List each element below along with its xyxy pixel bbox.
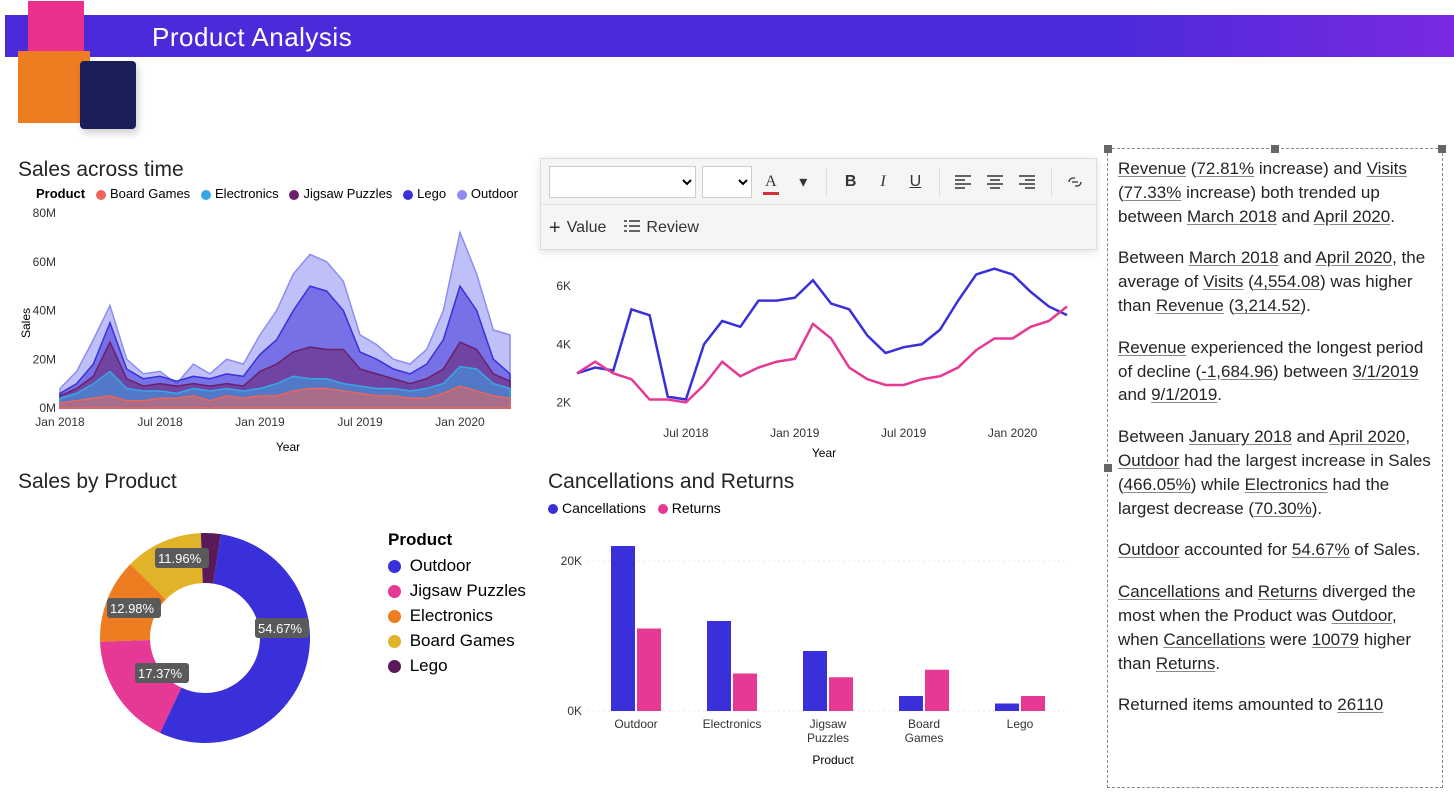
review-button[interactable]: Review [624, 219, 698, 238]
font-family-select[interactable] [549, 166, 696, 198]
sales-across-time-chart[interactable]: Sales across time Product Board Games El… [18, 158, 528, 458]
insight-paragraph: Between January 2018 and April 2020, Out… [1118, 425, 1434, 520]
insight-paragraph: Between March 2018 and April 2020, the a… [1118, 246, 1434, 317]
svg-text:Jul 2019: Jul 2019 [881, 426, 927, 440]
insight-paragraph: Revenue experienced the longest period o… [1118, 336, 1434, 407]
donut-chart-svg: 54.67% 17.37% 12.98% 11.96% [18, 498, 368, 768]
svg-text:20M: 20M [33, 352, 56, 366]
svg-text:Jan 2020: Jan 2020 [988, 426, 1038, 440]
link-button[interactable] [1062, 167, 1088, 197]
svg-text:Puzzles: Puzzles [807, 731, 849, 745]
font-size-select[interactable] [702, 166, 752, 198]
svg-text:Jan 2019: Jan 2019 [235, 415, 285, 429]
cancellations-returns-chart[interactable]: Cancellations and Returns Cancellations … [548, 470, 1093, 771]
page-title: Product Analysis [152, 22, 352, 53]
insight-paragraph: Cancellations and Returns diverged the m… [1118, 580, 1434, 675]
svg-text:40M: 40M [33, 304, 56, 318]
add-value-button[interactable]: +Value [549, 217, 606, 240]
svg-text:Jul 2019: Jul 2019 [337, 415, 383, 429]
svg-text:0M: 0M [39, 401, 56, 415]
chart-legend: Product Board Games Electronics Jigsaw P… [36, 186, 528, 201]
insight-paragraph: Revenue (72.81% increase) and Visits (77… [1118, 157, 1434, 228]
donut-legend: Product Outdoor Jigsaw Puzzles Electroni… [388, 530, 526, 681]
smart-narrative[interactable]: Revenue (72.81% increase) and Visits (77… [1118, 157, 1438, 782]
svg-text:6K: 6K [556, 279, 571, 293]
bar-chart-svg: 0K 20K Outdoor Electronics JigsawPuzzles Boa… [548, 516, 1093, 766]
svg-text:Jan 2018: Jan 2018 [35, 415, 85, 429]
svg-text:Jan 2019: Jan 2019 [770, 426, 820, 440]
align-right-button[interactable] [1014, 167, 1040, 197]
chevron-down-icon[interactable]: ▾ [790, 167, 816, 197]
chart-title: Sales by Product [18, 470, 528, 494]
svg-text:Jan 2020: Jan 2020 [435, 415, 485, 429]
svg-text:Year: Year [276, 440, 300, 453]
floating-toolbar: A ▾ B I U +Value Review [540, 158, 1097, 250]
svg-text:17.37%: 17.37% [138, 666, 183, 681]
list-icon [624, 219, 640, 238]
svg-text:Sales: Sales [19, 308, 33, 338]
italic-button[interactable]: I [870, 167, 896, 197]
insight-paragraph: Returned items amounted to 26110 [1118, 693, 1434, 717]
underline-button[interactable]: U [902, 167, 928, 197]
svg-text:12.98%: 12.98% [110, 601, 155, 616]
svg-text:Electronics: Electronics [703, 717, 762, 731]
svg-text:11.96%: 11.96% [158, 551, 202, 566]
svg-text:4K: 4K [556, 337, 571, 351]
font-color-button[interactable]: A [758, 167, 784, 197]
svg-text:Lego: Lego [1007, 717, 1034, 731]
line-chart-svg: 2K4K6K Jul 2018Jan 2019Jul 2019Jan 2020 … [539, 252, 1084, 462]
bold-button[interactable]: B [837, 167, 863, 197]
insight-paragraph: Outdoor accounted for 54.67% of Sales. [1118, 538, 1434, 562]
svg-text:Outdoor: Outdoor [614, 717, 657, 731]
chart-title: Cancellations and Returns [548, 470, 1093, 494]
svg-text:20K: 20K [561, 554, 582, 568]
svg-text:Jigsaw: Jigsaw [810, 717, 847, 731]
svg-text:Games: Games [905, 731, 944, 745]
logo [18, 3, 138, 123]
align-center-button[interactable] [982, 167, 1008, 197]
chart-title: Sales across time [18, 158, 528, 182]
sales-by-product-chart[interactable]: Sales by Product 54.67% 17.37% 12.98% 11.96… [18, 470, 528, 773]
align-left-button[interactable] [950, 167, 976, 197]
svg-text:Board: Board [908, 717, 940, 731]
svg-text:60M: 60M [33, 255, 56, 269]
svg-text:54.67%: 54.67% [258, 621, 303, 636]
area-chart-svg: 0M 20M 40M 60M 80M Jan 2018 Jul 2018 Jan 2019 J… [18, 203, 528, 453]
chart-legend: Cancellations Returns [548, 500, 1093, 516]
svg-text:0K: 0K [567, 704, 582, 718]
svg-text:2K: 2K [556, 395, 571, 409]
svg-text:Jul 2018: Jul 2018 [137, 415, 183, 429]
svg-text:Jul 2018: Jul 2018 [663, 426, 709, 440]
svg-text:Product: Product [812, 753, 854, 766]
plus-icon: + [549, 217, 561, 240]
revenue-visits-chart[interactable]: 2K4K6K Jul 2018Jan 2019Jul 2019Jan 2020 … [539, 252, 1084, 467]
svg-text:Year: Year [812, 446, 836, 460]
svg-text:80M: 80M [33, 206, 56, 220]
